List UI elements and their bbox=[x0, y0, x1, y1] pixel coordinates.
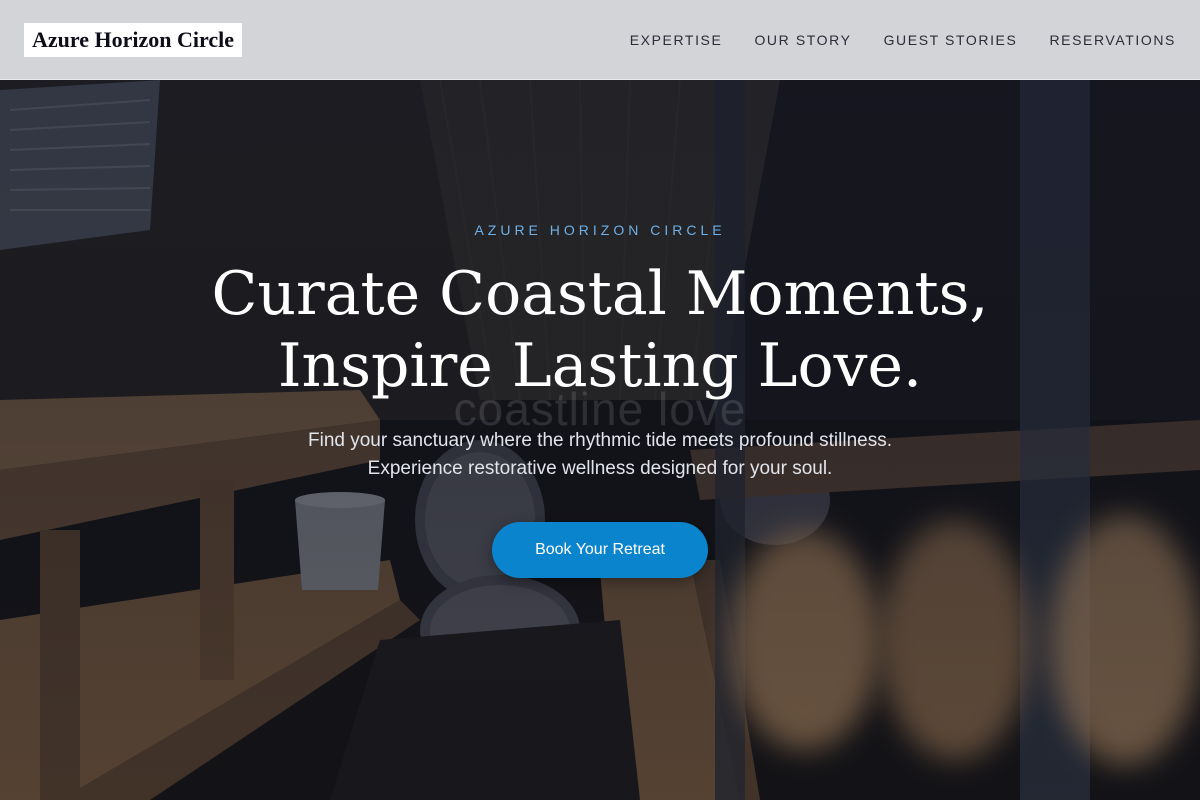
hero-eyebrow: AZURE HORIZON CIRCLE bbox=[474, 222, 726, 238]
hero-subtext-line-1: Find your sanctuary where the rhythmic t… bbox=[308, 430, 892, 451]
hero-subtext: Find your sanctuary where the rhythmic t… bbox=[0, 427, 1200, 483]
hero-subtext-line-2: Experience restorative wellness designed… bbox=[367, 458, 833, 479]
hero-headline: Curate Coastal Moments, Inspire Lasting … bbox=[0, 258, 1200, 402]
hero-section: AZURE HORIZON CIRCLE Curate Coastal Mome… bbox=[0, 0, 1200, 800]
book-retreat-button[interactable]: Book Your Retreat bbox=[492, 522, 708, 578]
hero-headline-line-1: Curate Coastal Moments, bbox=[211, 259, 989, 329]
